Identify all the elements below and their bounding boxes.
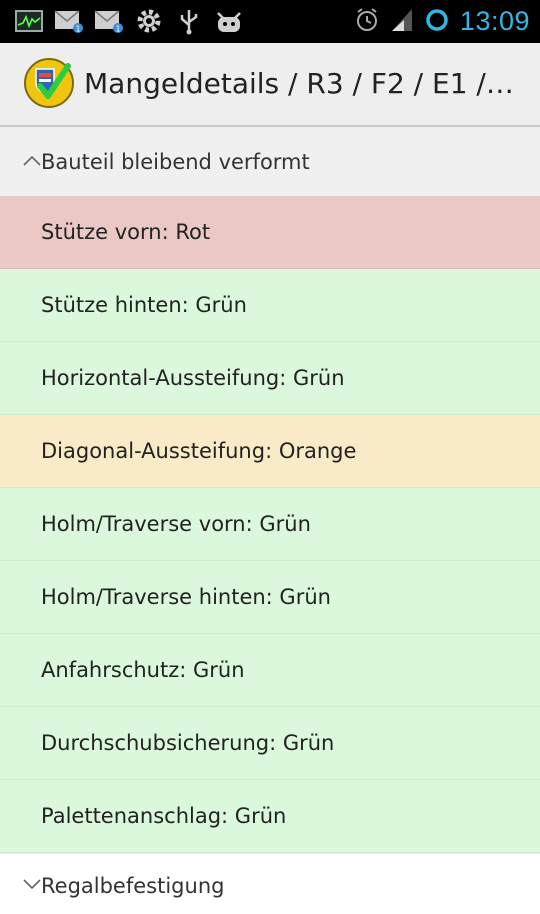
list-item-label: Holm/Traverse vorn: Grün xyxy=(41,512,311,536)
list-item[interactable]: Horizontal-Aussteifung: Grün xyxy=(0,342,540,415)
usb-icon xyxy=(174,6,204,36)
defect-list: Bauteil bleibend verformt Stütze vorn: R… xyxy=(0,127,540,914)
action-bar: Mangeldetails / R3 / F2 / E1 /… xyxy=(0,43,540,127)
list-item-label: Stütze vorn: Rot xyxy=(41,220,211,244)
list-item[interactable]: Anfahrschutz: Grün xyxy=(0,634,540,707)
list-item-label: Diagonal-Aussteifung: Orange xyxy=(41,439,357,463)
settings-gear-icon xyxy=(134,6,164,36)
list-item-label: Horizontal-Aussteifung: Grün xyxy=(41,366,345,390)
mail-notification-icon: 1 xyxy=(54,6,84,36)
system-status-area: 13:09 xyxy=(354,0,530,43)
list-item[interactable]: Palettenanschlag: Grün xyxy=(0,780,540,853)
group-header-label: Regalbefestigung xyxy=(41,874,225,898)
list-item[interactable]: Durchschubsicherung: Grün xyxy=(0,707,540,780)
chevron-down-icon xyxy=(22,874,42,894)
svg-text:1: 1 xyxy=(115,25,120,34)
activity-monitor-icon xyxy=(14,6,44,36)
android-debug-icon xyxy=(214,6,244,36)
svg-text:1: 1 xyxy=(75,25,80,34)
app-logo-icon[interactable] xyxy=(22,56,76,110)
chevron-up-icon xyxy=(22,151,42,171)
mail-notification-icon: 1 xyxy=(94,6,124,36)
group-header-regalbefestigung[interactable]: Regalbefestigung xyxy=(0,853,540,914)
list-item[interactable]: Holm/Traverse vorn: Grün xyxy=(0,488,540,561)
group-header-bauteil[interactable]: Bauteil bleibend verformt xyxy=(0,127,540,196)
list-item-label: Anfahrschutz: Grün xyxy=(41,658,245,682)
status-bar: 1 1 13:09 xyxy=(0,0,540,43)
list-item-label: Palettenanschlag: Grün xyxy=(41,804,287,828)
alarm-clock-icon xyxy=(354,7,380,37)
signal-strength-icon xyxy=(390,7,414,37)
group-header-label: Bauteil bleibend verformt xyxy=(41,149,310,174)
list-item-label: Stütze hinten: Grün xyxy=(41,293,247,317)
page-title: Mangeldetails / R3 / F2 / E1 /… xyxy=(84,67,514,100)
list-item[interactable]: Stütze vorn: Rot xyxy=(0,196,540,269)
list-item[interactable]: Diagonal-Aussteifung: Orange xyxy=(0,415,540,488)
clock-time: 13:09 xyxy=(459,6,530,36)
sync-circle-icon xyxy=(424,7,450,37)
list-item[interactable]: Stütze hinten: Grün xyxy=(0,269,540,342)
list-item-label: Holm/Traverse hinten: Grün xyxy=(41,585,331,609)
list-item[interactable]: Holm/Traverse hinten: Grün xyxy=(0,561,540,634)
notification-icons: 1 1 xyxy=(14,6,244,36)
list-item-label: Durchschubsicherung: Grün xyxy=(41,731,335,755)
